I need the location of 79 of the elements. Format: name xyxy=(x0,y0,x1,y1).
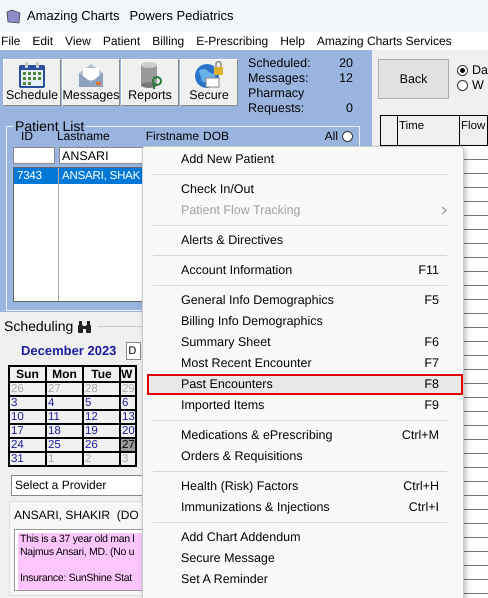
count-label: Messages: xyxy=(248,71,310,86)
menu-item[interactable]: Amazing Charts Services xyxy=(316,32,453,50)
menu-item[interactable]: Add New Patient xyxy=(147,149,463,170)
radio-button[interactable] xyxy=(342,131,353,142)
menu-item[interactable]: Billing Info Demographics xyxy=(147,311,463,332)
weekday-header: Tue xyxy=(83,366,120,382)
menu-item[interactable]: E-Prescribing xyxy=(195,32,270,50)
menu-item[interactable]: File xyxy=(0,32,22,50)
id-field[interactable] xyxy=(13,147,55,164)
month-title: December 2023 xyxy=(21,342,116,360)
window-title: Amazing Charts xyxy=(27,7,120,26)
menu-item[interactable]: Imported Items F9 xyxy=(147,395,463,416)
envelope-icon xyxy=(76,61,106,90)
column-header: Flow xyxy=(460,115,488,146)
menu-item[interactable]: Check In/Out xyxy=(147,179,463,200)
column-header: Firstname xyxy=(146,130,200,143)
option-label: W xyxy=(472,78,484,93)
count-value: 0 xyxy=(346,101,353,116)
column-header: DOB xyxy=(203,130,230,143)
table-cell[interactable]: 7343 xyxy=(14,168,58,184)
menu-item[interactable]: Medications & ePrescribing Ctrl+M xyxy=(147,425,463,446)
shortcut-label: F9 xyxy=(424,397,439,414)
column-header: Time xyxy=(398,115,460,146)
back-button[interactable]: Back xyxy=(378,59,450,99)
radio-button[interactable] xyxy=(457,65,468,76)
count-value: 20 xyxy=(339,56,353,71)
reports-button[interactable]: Reports xyxy=(121,59,179,106)
binoculars-icon xyxy=(77,320,92,332)
menu-item[interactable]: Add Chart Addendum xyxy=(147,527,463,548)
menu-item[interactable]: General Info Demographics F5 xyxy=(147,290,463,311)
shortcut-label: F8 xyxy=(424,376,439,394)
menu-item[interactable]: Alerts & Directives xyxy=(147,230,463,251)
table-cell[interactable]: ANSARI, SHAK xyxy=(59,168,145,184)
shortcut-label: Ctrl+M xyxy=(402,427,439,444)
count-label: Pharmacy Requests: xyxy=(248,86,306,116)
column-header: Lastname xyxy=(57,130,110,143)
menu-item[interactable]: Billing xyxy=(151,32,186,50)
weekday-header: Sun xyxy=(9,366,46,382)
messages-button[interactable]: Messages xyxy=(62,59,120,106)
month-dropdown[interactable]: D xyxy=(126,342,142,360)
calendar-icon xyxy=(17,61,47,90)
shortcut-label: F5 xyxy=(424,292,439,310)
shortcut-label: Ctrl+I xyxy=(408,499,439,516)
shortcut-label: Ctrl+H xyxy=(403,478,439,496)
weekday-header: Mon xyxy=(46,366,83,382)
column-header: ID xyxy=(21,130,33,143)
group-title: Patient List xyxy=(14,119,84,133)
menu-item[interactable]: Past Encounters F8 xyxy=(147,374,463,395)
practice-name: Powers Pediatrics xyxy=(129,7,234,26)
menu-item[interactable]: Immunizations & Injections Ctrl+I xyxy=(147,497,463,518)
menu-item[interactable]: Health (Risk) Factors Ctrl+H xyxy=(147,476,463,497)
menu-item[interactable]: View xyxy=(64,32,92,50)
schedule-button[interactable]: Schedule xyxy=(3,59,61,106)
menu-item[interactable]: Summary Sheet F6 xyxy=(147,332,463,353)
shortcut-label: F6 xyxy=(424,334,439,352)
summary-line: This is a 37 year old man l xyxy=(20,532,134,546)
shortcut-label: F11 xyxy=(418,262,439,280)
count-label: Scheduled: xyxy=(248,56,312,71)
menu-item[interactable]: Orders & Requisitions xyxy=(147,446,463,467)
summary-line: Najmus Ansari, MD. (No u xyxy=(20,546,134,558)
radio-button[interactable] xyxy=(457,80,468,91)
menu-item[interactable]: Most Recent Encounter F7 xyxy=(147,353,463,374)
option-label: Da xyxy=(472,63,488,78)
count-value: 12 xyxy=(339,71,353,86)
menu-item[interactable]: Account Information F11 xyxy=(147,260,463,281)
summary-line: Insurance: SunShine Stat xyxy=(20,572,132,584)
shortcut-label: F7 xyxy=(424,355,439,372)
option-label: All xyxy=(324,130,338,143)
app-icon xyxy=(6,8,21,24)
menu-item[interactable]: Secure Message xyxy=(147,548,463,569)
menu-item[interactable]: Help xyxy=(279,32,306,50)
patient-heading: ANSARI, SHAKIR (DO xyxy=(14,506,139,524)
menu-item[interactable]: Edit xyxy=(31,32,54,50)
menu-item[interactable]: Set A Reminder xyxy=(147,569,463,590)
globe-lock-icon xyxy=(194,61,224,90)
menu-item[interactable]: Patient xyxy=(102,32,142,50)
section-title: Scheduling xyxy=(4,317,74,336)
secure-button[interactable]: Secure xyxy=(180,59,238,106)
weekday-header: W xyxy=(120,366,136,382)
